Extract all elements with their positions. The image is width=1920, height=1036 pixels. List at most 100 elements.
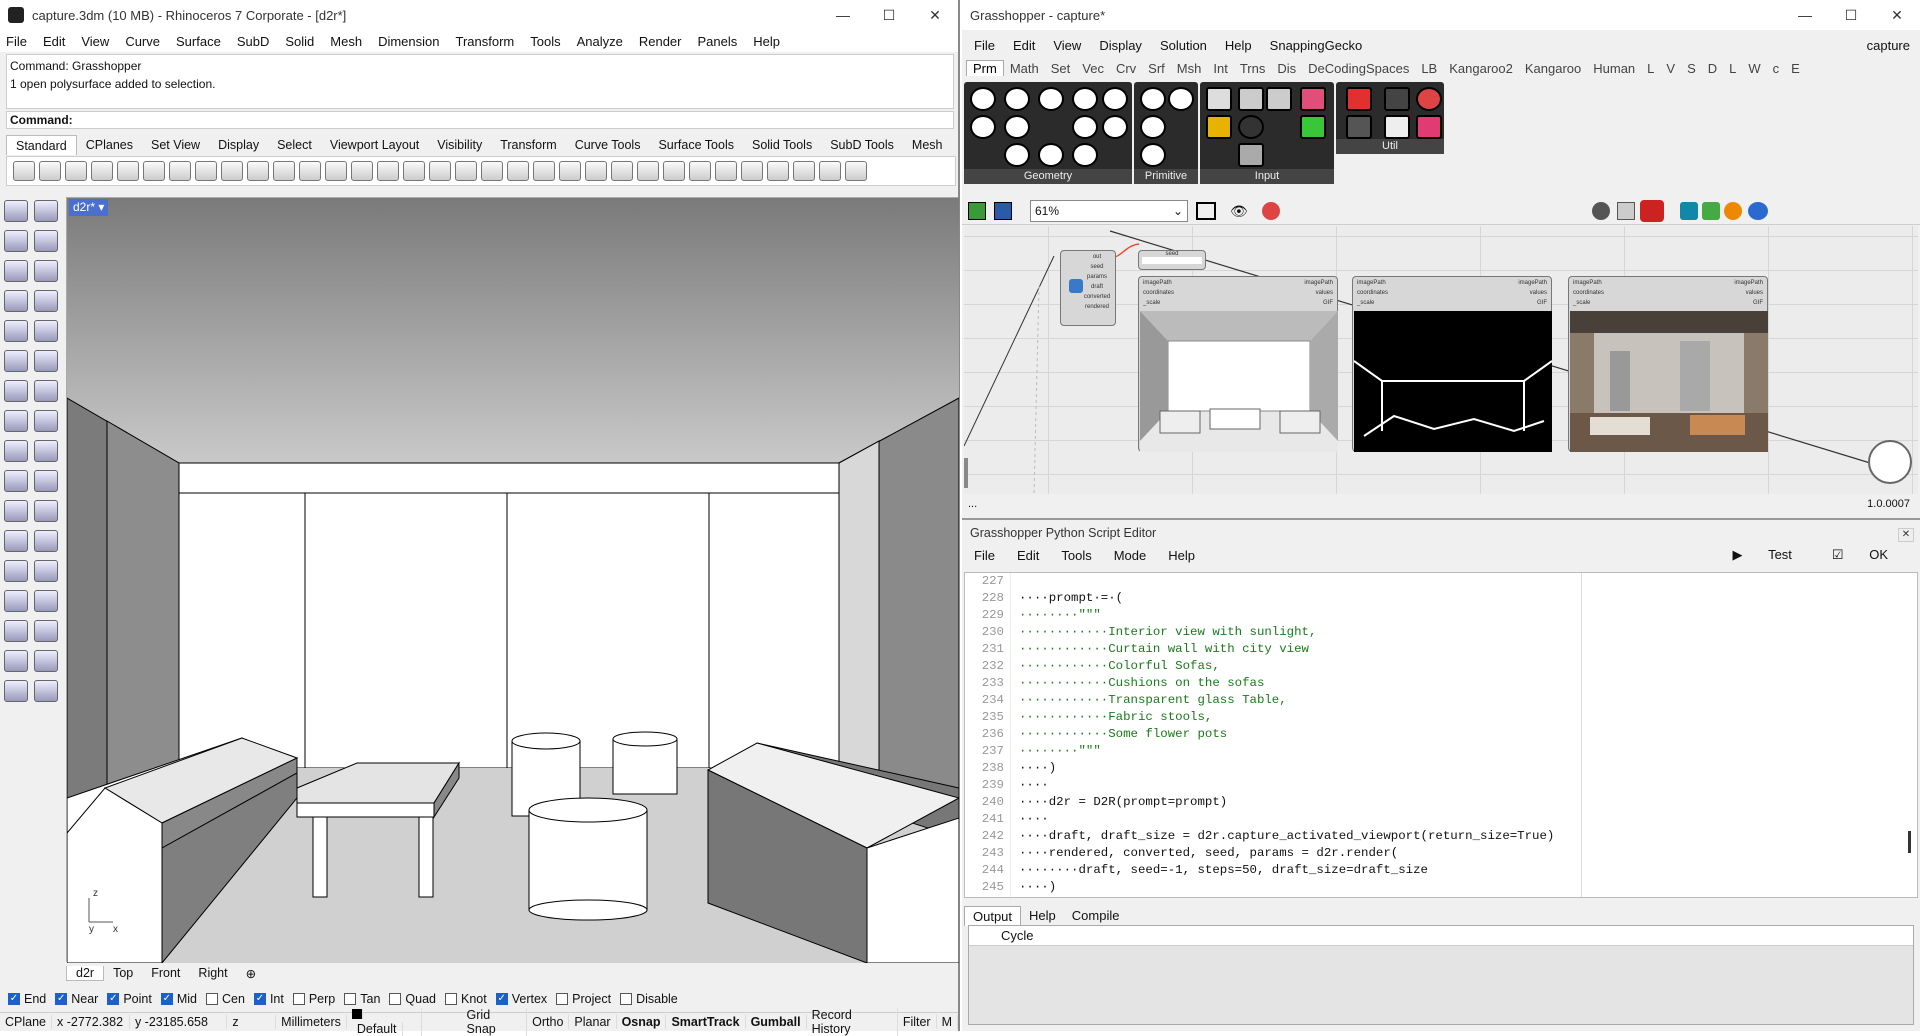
cylinder-icon[interactable]: [4, 410, 28, 432]
code-line[interactable]: ····): [1019, 879, 1917, 896]
display-mode-icon[interactable]: [1748, 202, 1768, 220]
param-point-icon[interactable]: [970, 115, 996, 139]
code-line[interactable]: ············Cushions on the sofas: [1019, 675, 1917, 692]
test-button[interactable]: ▶ Test: [1732, 547, 1813, 563]
input-param[interactable]: _scale: [1143, 298, 1174, 308]
fillet-curve-icon[interactable]: [34, 320, 58, 342]
python-output-param[interactable]: converted: [1081, 292, 1113, 302]
param-circle-icon[interactable]: [1004, 87, 1030, 111]
menu-surface[interactable]: Surface: [176, 34, 221, 49]
gh-menu-display[interactable]: Display: [1099, 38, 1142, 53]
paste-icon[interactable]: [195, 161, 217, 181]
gh-tab-int[interactable]: Int: [1207, 61, 1233, 76]
osnap-quad[interactable]: Quad: [389, 992, 436, 1006]
preview-shaded-icon[interactable]: [1640, 200, 1664, 222]
view-tab-top[interactable]: Top: [104, 966, 142, 980]
array-icon[interactable]: [34, 500, 58, 522]
gh-tab-v[interactable]: V: [1660, 61, 1681, 76]
toggle-ortho[interactable]: Ortho: [527, 1015, 570, 1029]
checkbox-unchecked-icon[interactable]: [445, 993, 457, 1005]
minimize-button[interactable]: —: [820, 7, 866, 24]
material-sphere-icon[interactable]: [715, 161, 737, 181]
canvas-scrollbar[interactable]: [964, 458, 968, 488]
util-tree-icon[interactable]: [1346, 115, 1372, 139]
light-bulb-icon[interactable]: [4, 440, 28, 462]
param-boolean-icon[interactable]: [1140, 87, 1166, 111]
python-component[interactable]: out seed params draft converted rendered: [1060, 250, 1116, 326]
preview-eye-icon[interactable]: 👁: [1230, 203, 1248, 220]
layer-icon[interactable]: [611, 161, 633, 181]
image-viewer-2[interactable]: imagePath coordinates _scale imagePath v…: [1352, 276, 1552, 452]
output-param[interactable]: imagePath: [1734, 278, 1763, 288]
layer-tool-icon[interactable]: [4, 680, 28, 702]
menu-panels[interactable]: Panels: [697, 34, 737, 49]
py-menu-mode[interactable]: Mode: [1114, 548, 1147, 563]
util-cherries-icon[interactable]: [1346, 87, 1372, 111]
osnap-mid[interactable]: ✓ Mid: [160, 992, 197, 1006]
select-arrow-icon[interactable]: [4, 200, 28, 222]
image-viewer-1[interactable]: imagePath coordinates _scale imagePath v…: [1138, 276, 1338, 452]
dimension-tool-icon[interactable]: [34, 560, 58, 582]
python-output-param[interactable]: rendered: [1081, 302, 1113, 312]
grid-icon[interactable]: [4, 620, 28, 642]
input-param[interactable]: coordinates: [1573, 288, 1604, 298]
tab-help[interactable]: Help: [1021, 906, 1064, 926]
checkbox-unchecked-icon[interactable]: [389, 993, 402, 1005]
command-input[interactable]: Command:: [6, 111, 954, 129]
code-line[interactable]: ············Interior view with sunlight,: [1019, 624, 1917, 641]
input-param[interactable]: _scale: [1357, 298, 1388, 308]
input-param[interactable]: imagePath: [1143, 278, 1174, 288]
input-toggle-icon[interactable]: [1238, 115, 1264, 139]
copy-transform-icon[interactable]: [34, 470, 58, 492]
gh-tab-set[interactable]: Set: [1045, 61, 1077, 76]
osnap-perp[interactable]: Perp: [292, 992, 335, 1006]
polyline-icon[interactable]: [4, 230, 28, 252]
new-file-icon[interactable]: [13, 161, 35, 181]
block-icon[interactable]: [4, 590, 28, 612]
tab-mesh-tools[interactable]: Mesh: [903, 135, 952, 155]
menu-help[interactable]: Help: [753, 34, 780, 49]
menu-file[interactable]: File: [6, 34, 27, 49]
osnap-disable[interactable]: Disable: [620, 992, 678, 1006]
point-icon[interactable]: [34, 200, 58, 222]
tab-solid-tools[interactable]: Solid Tools: [743, 135, 821, 155]
menu-render[interactable]: Render: [639, 34, 682, 49]
view-tab-d2r[interactable]: d2r: [66, 965, 105, 981]
grasshopper-icon[interactable]: [819, 161, 841, 181]
toggle-grid-snap[interactable]: Grid Snap: [462, 1008, 528, 1036]
input-param[interactable]: imagePath: [1573, 278, 1604, 288]
code-line[interactable]: ············Some flower pots: [1019, 726, 1917, 743]
code-line[interactable]: ············Transparent glass Table,: [1019, 692, 1917, 709]
gh-tab-d[interactable]: D: [1702, 61, 1723, 76]
tab-select[interactable]: Select: [268, 135, 321, 155]
gh-menu-file[interactable]: File: [974, 38, 995, 53]
preview-selected-icon[interactable]: [1702, 202, 1720, 220]
menu-dimension[interactable]: Dimension: [378, 34, 439, 49]
output-param[interactable]: imagePath: [1304, 278, 1333, 288]
output-param[interactable]: GIF: [1518, 298, 1547, 308]
close-button[interactable]: ✕: [912, 7, 958, 24]
osnap-knot[interactable]: Knot: [445, 992, 487, 1006]
input-button-icon[interactable]: [1238, 87, 1264, 111]
python-output-param[interactable]: draft: [1081, 282, 1113, 292]
gh-tab-crv[interactable]: Crv: [1110, 61, 1142, 76]
checkbox-checked-icon[interactable]: ✓: [253, 993, 266, 1005]
lock-icon[interactable]: [585, 161, 607, 181]
properties-icon[interactable]: [34, 680, 58, 702]
toggle-osnap[interactable]: Osnap: [617, 1015, 667, 1029]
checkbox-checked-icon[interactable]: ✓: [495, 993, 508, 1005]
checkbox-checked-icon[interactable]: ✓: [8, 993, 20, 1005]
checkbox-unchecked-icon[interactable]: [620, 993, 633, 1005]
light-star-icon[interactable]: [34, 440, 58, 462]
output-param[interactable]: values: [1304, 288, 1333, 298]
toggle-filter[interactable]: Filter: [898, 1015, 937, 1029]
code-line[interactable]: ········draft, seed=-1, steps=50, draft_…: [1019, 862, 1917, 879]
analyze-icon[interactable]: [4, 650, 28, 672]
input-graph-icon[interactable]: [1206, 115, 1232, 139]
view-tab-right[interactable]: Right: [189, 966, 236, 980]
code-line[interactable]: ····d2r = D2R(prompt=prompt): [1019, 794, 1917, 811]
preview-color-icon[interactable]: [1724, 202, 1742, 220]
osnap-tan[interactable]: Tan: [344, 992, 380, 1006]
gh-tab-lb[interactable]: LB: [1415, 61, 1443, 76]
util-flask-icon[interactable]: [1416, 115, 1442, 139]
